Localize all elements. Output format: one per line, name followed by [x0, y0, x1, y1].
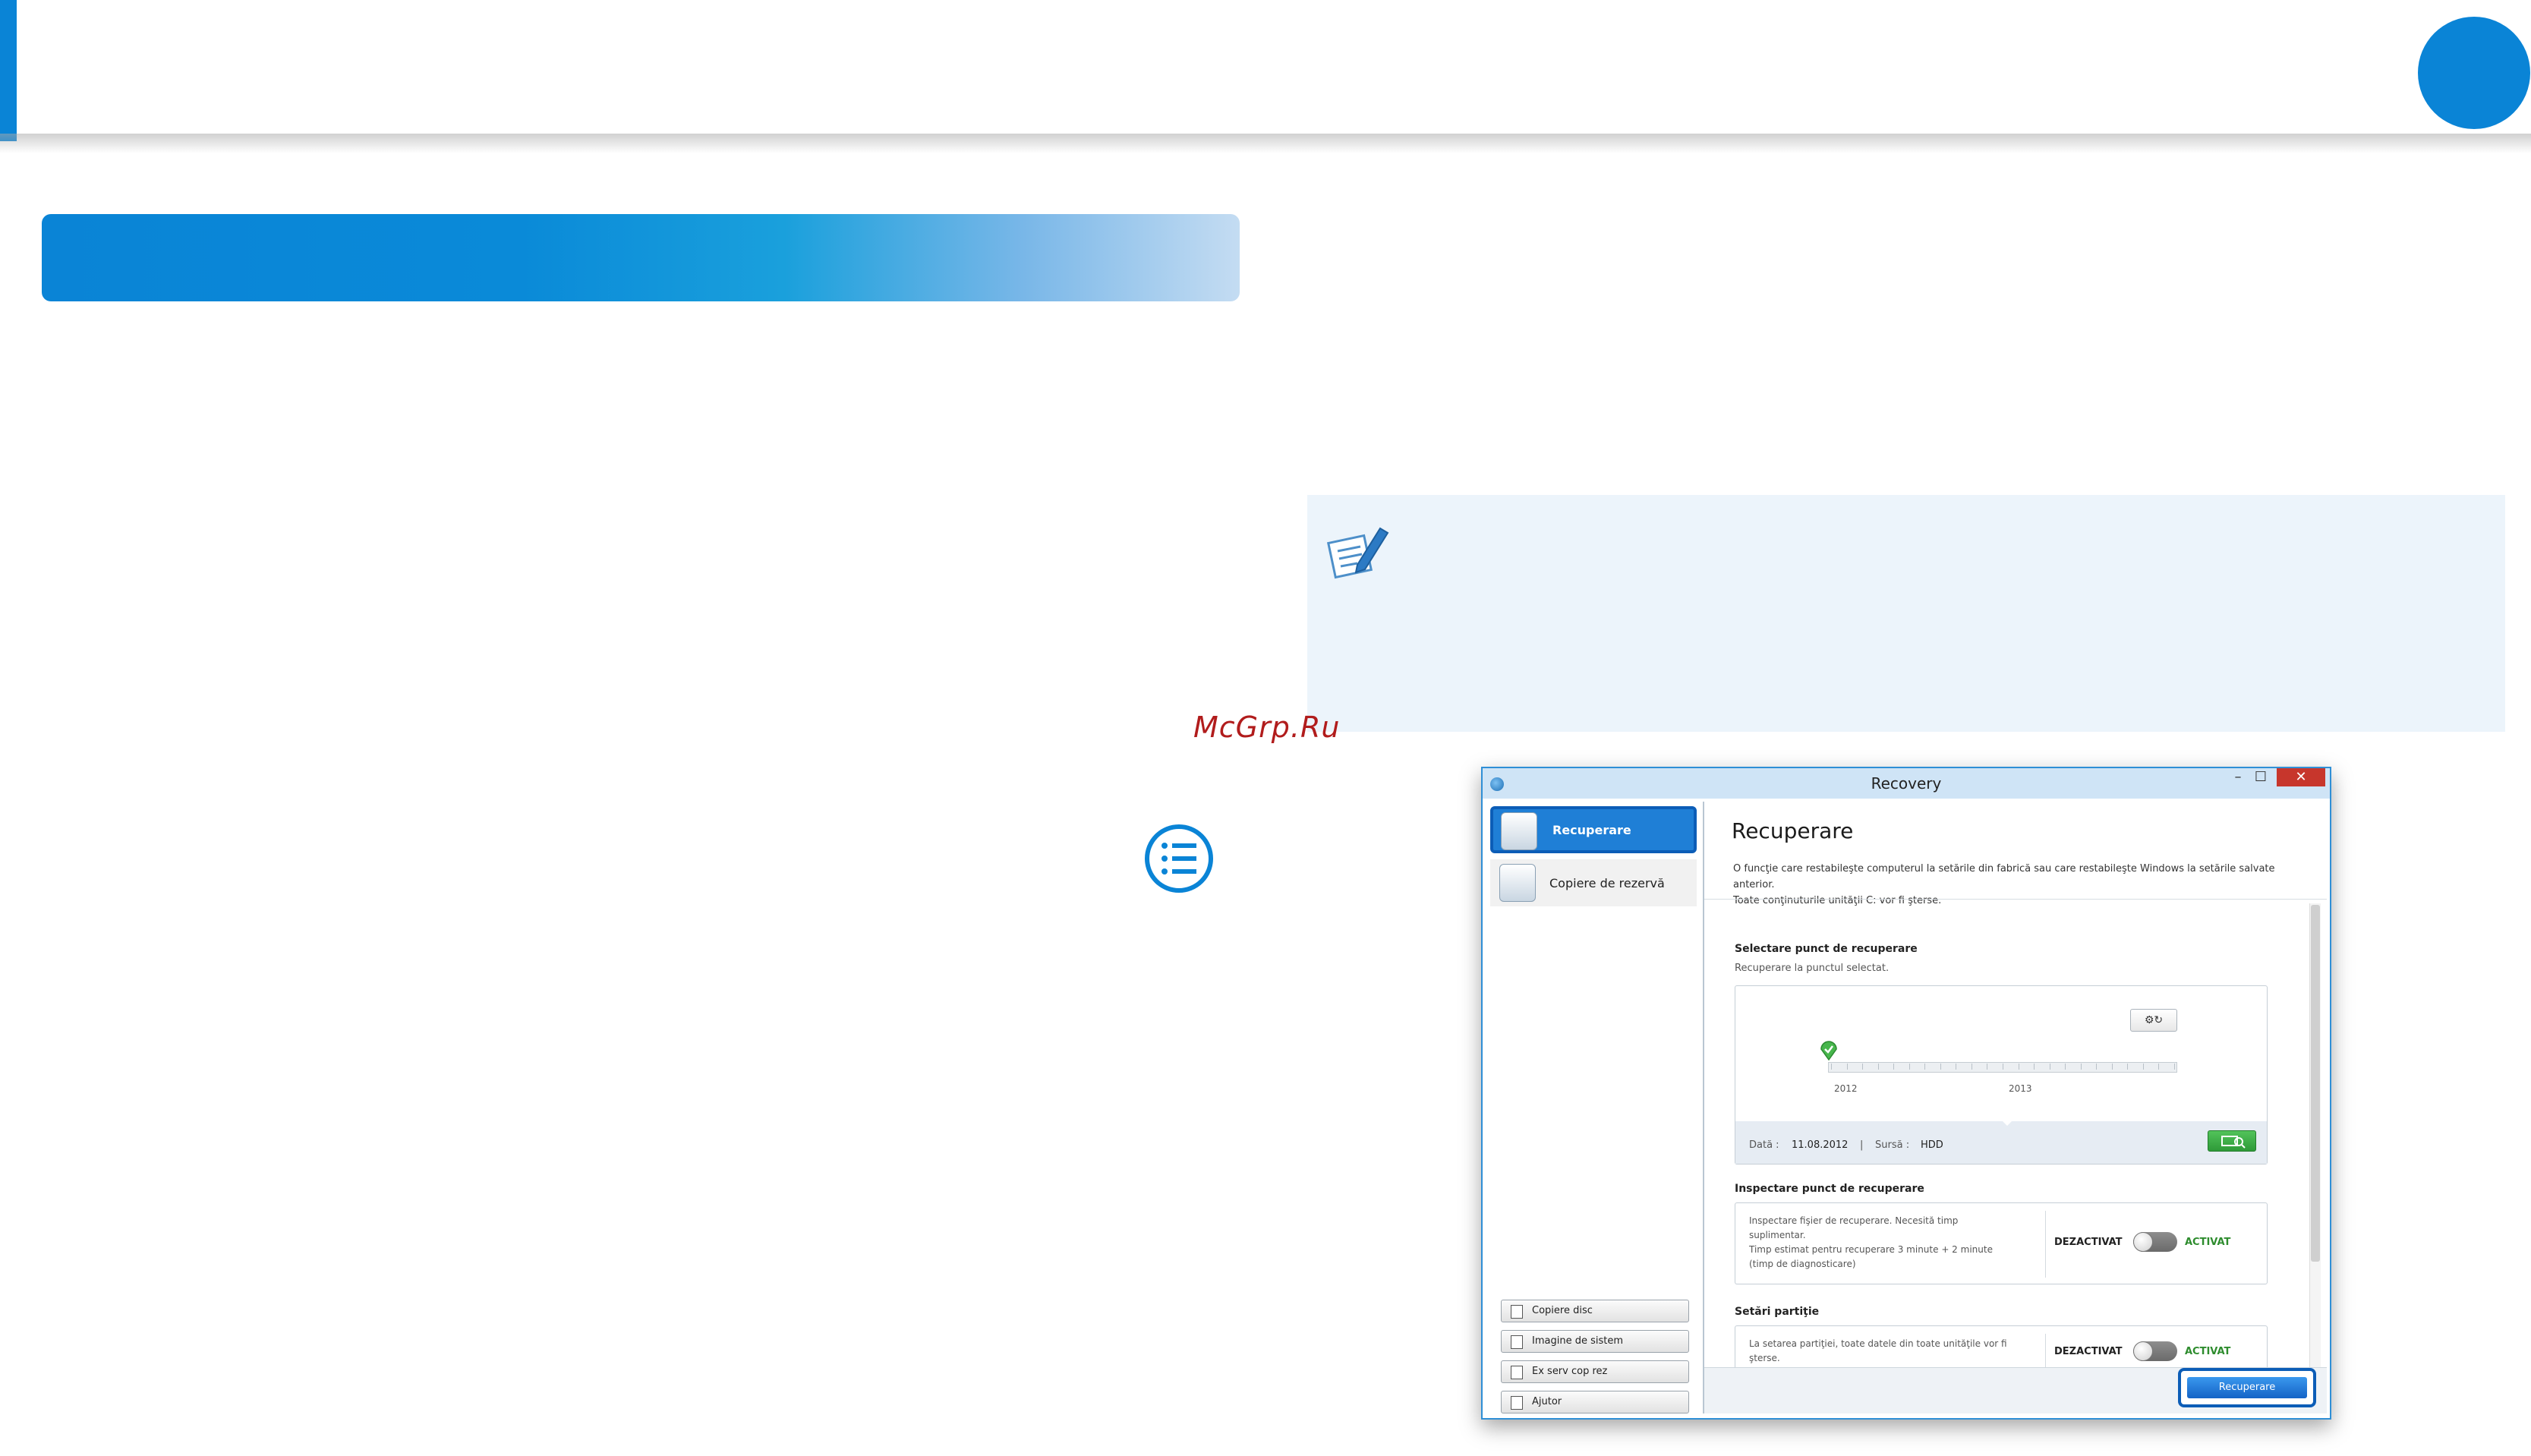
- watermark-text: McGrp.Ru: [1193, 711, 1341, 744]
- export-backup-button[interactable]: Ex serv cop rez: [1501, 1360, 1689, 1383]
- inspect-heading: Inspectare punct de recuperare: [1735, 1183, 1924, 1195]
- action-bar: Recuperare: [1704, 1367, 2327, 1413]
- divider: [1704, 899, 2327, 900]
- inspect-description: Inspectare fişier de recuperare. Necesit…: [1749, 1214, 2045, 1272]
- maximize-button[interactable]: ☐: [2249, 768, 2272, 786]
- toggle-on-label: ACTIVAT: [2185, 1346, 2231, 1357]
- system-image-icon: [1511, 1335, 1523, 1349]
- help-button[interactable]: Ajutor: [1501, 1391, 1689, 1413]
- sidebar-item-copiere-de-rezerva[interactable]: Copiere de rezervă: [1490, 859, 1697, 906]
- section-title-bar: [42, 214, 1240, 301]
- sidebar-item-label: Copiere de rezervă: [1549, 876, 1665, 890]
- description-line: O funcţie care restabileşte computerul l…: [1733, 863, 2275, 890]
- window-titlebar: Recovery – ☐ ✕: [1483, 768, 2330, 799]
- timeline-tick: [1831, 1064, 1832, 1070]
- help-icon: [1511, 1396, 1523, 1410]
- timeline-tick: [2143, 1064, 2144, 1070]
- main-panel: Recuperare O funcţie care restabileşte c…: [1704, 802, 2327, 1413]
- source-label: Sursă :: [1875, 1139, 1910, 1151]
- timeline-ticks: [1831, 1062, 2175, 1071]
- timeline-tick: [1909, 1064, 1910, 1070]
- timeline-tick: [1940, 1064, 1941, 1070]
- partition-description: La setarea partiţiei, toate datele din t…: [1749, 1337, 2045, 1366]
- window-title: Recovery: [1871, 774, 1942, 793]
- note-box: [1307, 495, 2505, 732]
- timeline-tick: [1893, 1064, 1894, 1070]
- date-label: Dată :: [1749, 1139, 1779, 1151]
- timeline-tick: [1847, 1064, 1848, 1070]
- timeline-tick: [2065, 1064, 2066, 1070]
- scrollbar-thumb[interactable]: [2311, 905, 2320, 1262]
- recover-button[interactable]: Recuperare: [2187, 1377, 2307, 1398]
- partition-text-line: şterse.: [1749, 1353, 1780, 1363]
- timeline-settings-button[interactable]: ⚙↻: [2130, 1009, 2177, 1032]
- button-label: Imagine de sistem: [1532, 1335, 1623, 1347]
- date-value: 11.08.2012: [1792, 1139, 1849, 1151]
- toggle-off-label: DEZACTIVAT: [2054, 1346, 2123, 1357]
- header-divider-shadow: [0, 134, 2531, 153]
- sidebar: Recuperare Copiere de rezervă Copiere di…: [1487, 802, 1704, 1413]
- backup-drive-icon: [1499, 864, 1536, 902]
- restore-point-heading: Selectare punct de recuperare: [1735, 943, 1918, 955]
- export-backup-icon: [1511, 1366, 1523, 1379]
- toggle-on-label: ACTIVAT: [2185, 1237, 2231, 1248]
- note-pencil-icon: [1327, 527, 1389, 579]
- timeline-tick: [2112, 1064, 2113, 1070]
- close-button[interactable]: ✕: [2277, 768, 2325, 786]
- timeline-pointer: [1998, 1117, 2016, 1126]
- timeline-tick: [2174, 1064, 2175, 1070]
- restore-point-subheading: Recuperare la punctul selectat.: [1735, 963, 1890, 974]
- button-label: Ex serv cop rez: [1532, 1366, 1608, 1377]
- timeline-tick: [2034, 1064, 2035, 1070]
- sidebar-item-recuperare[interactable]: Recuperare: [1490, 806, 1697, 853]
- search-drive-icon: [2221, 1136, 2246, 1149]
- table-of-contents-icon[interactable]: [1143, 823, 1215, 894]
- system-image-button[interactable]: Imagine de sistem: [1501, 1330, 1689, 1353]
- toggle-knob: [2133, 1232, 2153, 1252]
- timeline-tick: [1878, 1064, 1879, 1070]
- inspect-text-line: Timp estimat pentru recuperare 3 minute …: [1749, 1244, 1993, 1255]
- recovery-drive-icon: [1501, 812, 1537, 850]
- page-title: Recuperare: [1732, 818, 1854, 843]
- timeline-tick: [1862, 1064, 1863, 1070]
- restore-point-timeline: ⚙↻ 2012 2013 Dată : 11.08.2012 | Sursă :…: [1735, 985, 2268, 1164]
- button-label: Ajutor: [1532, 1396, 1562, 1407]
- button-label: Copiere disc: [1532, 1305, 1593, 1316]
- timeline-year-label: 2012: [1834, 1083, 1858, 1094]
- timeline-tick: [2081, 1064, 2082, 1070]
- partition-heading: Setări partiţie: [1735, 1306, 1820, 1318]
- selected-restore-point-marker[interactable]: [1819, 1041, 1839, 1060]
- recovery-window: Recovery – ☐ ✕ Recuperare Copiere de rez…: [1481, 767, 2331, 1420]
- option-divider: [2045, 1211, 2046, 1278]
- toggle-knob: [2133, 1341, 2153, 1361]
- copy-disc-button[interactable]: Copiere disc: [1501, 1300, 1689, 1322]
- timeline-tick: [2158, 1064, 2159, 1070]
- inspect-text-line: (timp de diagnosticare): [1749, 1259, 1856, 1269]
- details-separator: |: [1860, 1139, 1864, 1151]
- inspect-toggle[interactable]: [2133, 1232, 2177, 1252]
- source-value: HDD: [1921, 1139, 1943, 1151]
- minimize-button[interactable]: –: [2227, 768, 2249, 786]
- description-line: Toate conţinuturile unităţii C: vor fi ş…: [1733, 895, 1942, 906]
- page-description: O funcţie care restabileşte computerul l…: [1733, 861, 2310, 909]
- page-left-accent-bar: [0, 0, 17, 141]
- recover-button-highlight: Recuperare: [2178, 1368, 2316, 1407]
- sidebar-item-label: Recuperare: [1552, 823, 1631, 837]
- timeline-tick: [2127, 1064, 2128, 1070]
- toggle-off-label: DEZACTIVAT: [2054, 1237, 2123, 1248]
- inspect-text-line: suplimentar.: [1749, 1230, 1806, 1240]
- timeline-year-label: 2013: [2009, 1083, 2032, 1094]
- timeline-tick: [2096, 1064, 2097, 1070]
- inspect-text-line: Inspectare fişier de recuperare. Necesit…: [1749, 1215, 1959, 1226]
- inspect-option-box: Inspectare fişier de recuperare. Necesit…: [1735, 1202, 2268, 1284]
- partition-text-line: La setarea partiţiei, toate datele din t…: [1749, 1338, 2007, 1349]
- page-number-circle: [2418, 17, 2530, 129]
- partition-toggle[interactable]: [2133, 1341, 2177, 1361]
- copy-disc-icon: [1511, 1305, 1523, 1319]
- timeline-tick: [1924, 1064, 1925, 1070]
- browse-restore-point-button[interactable]: [2208, 1130, 2256, 1152]
